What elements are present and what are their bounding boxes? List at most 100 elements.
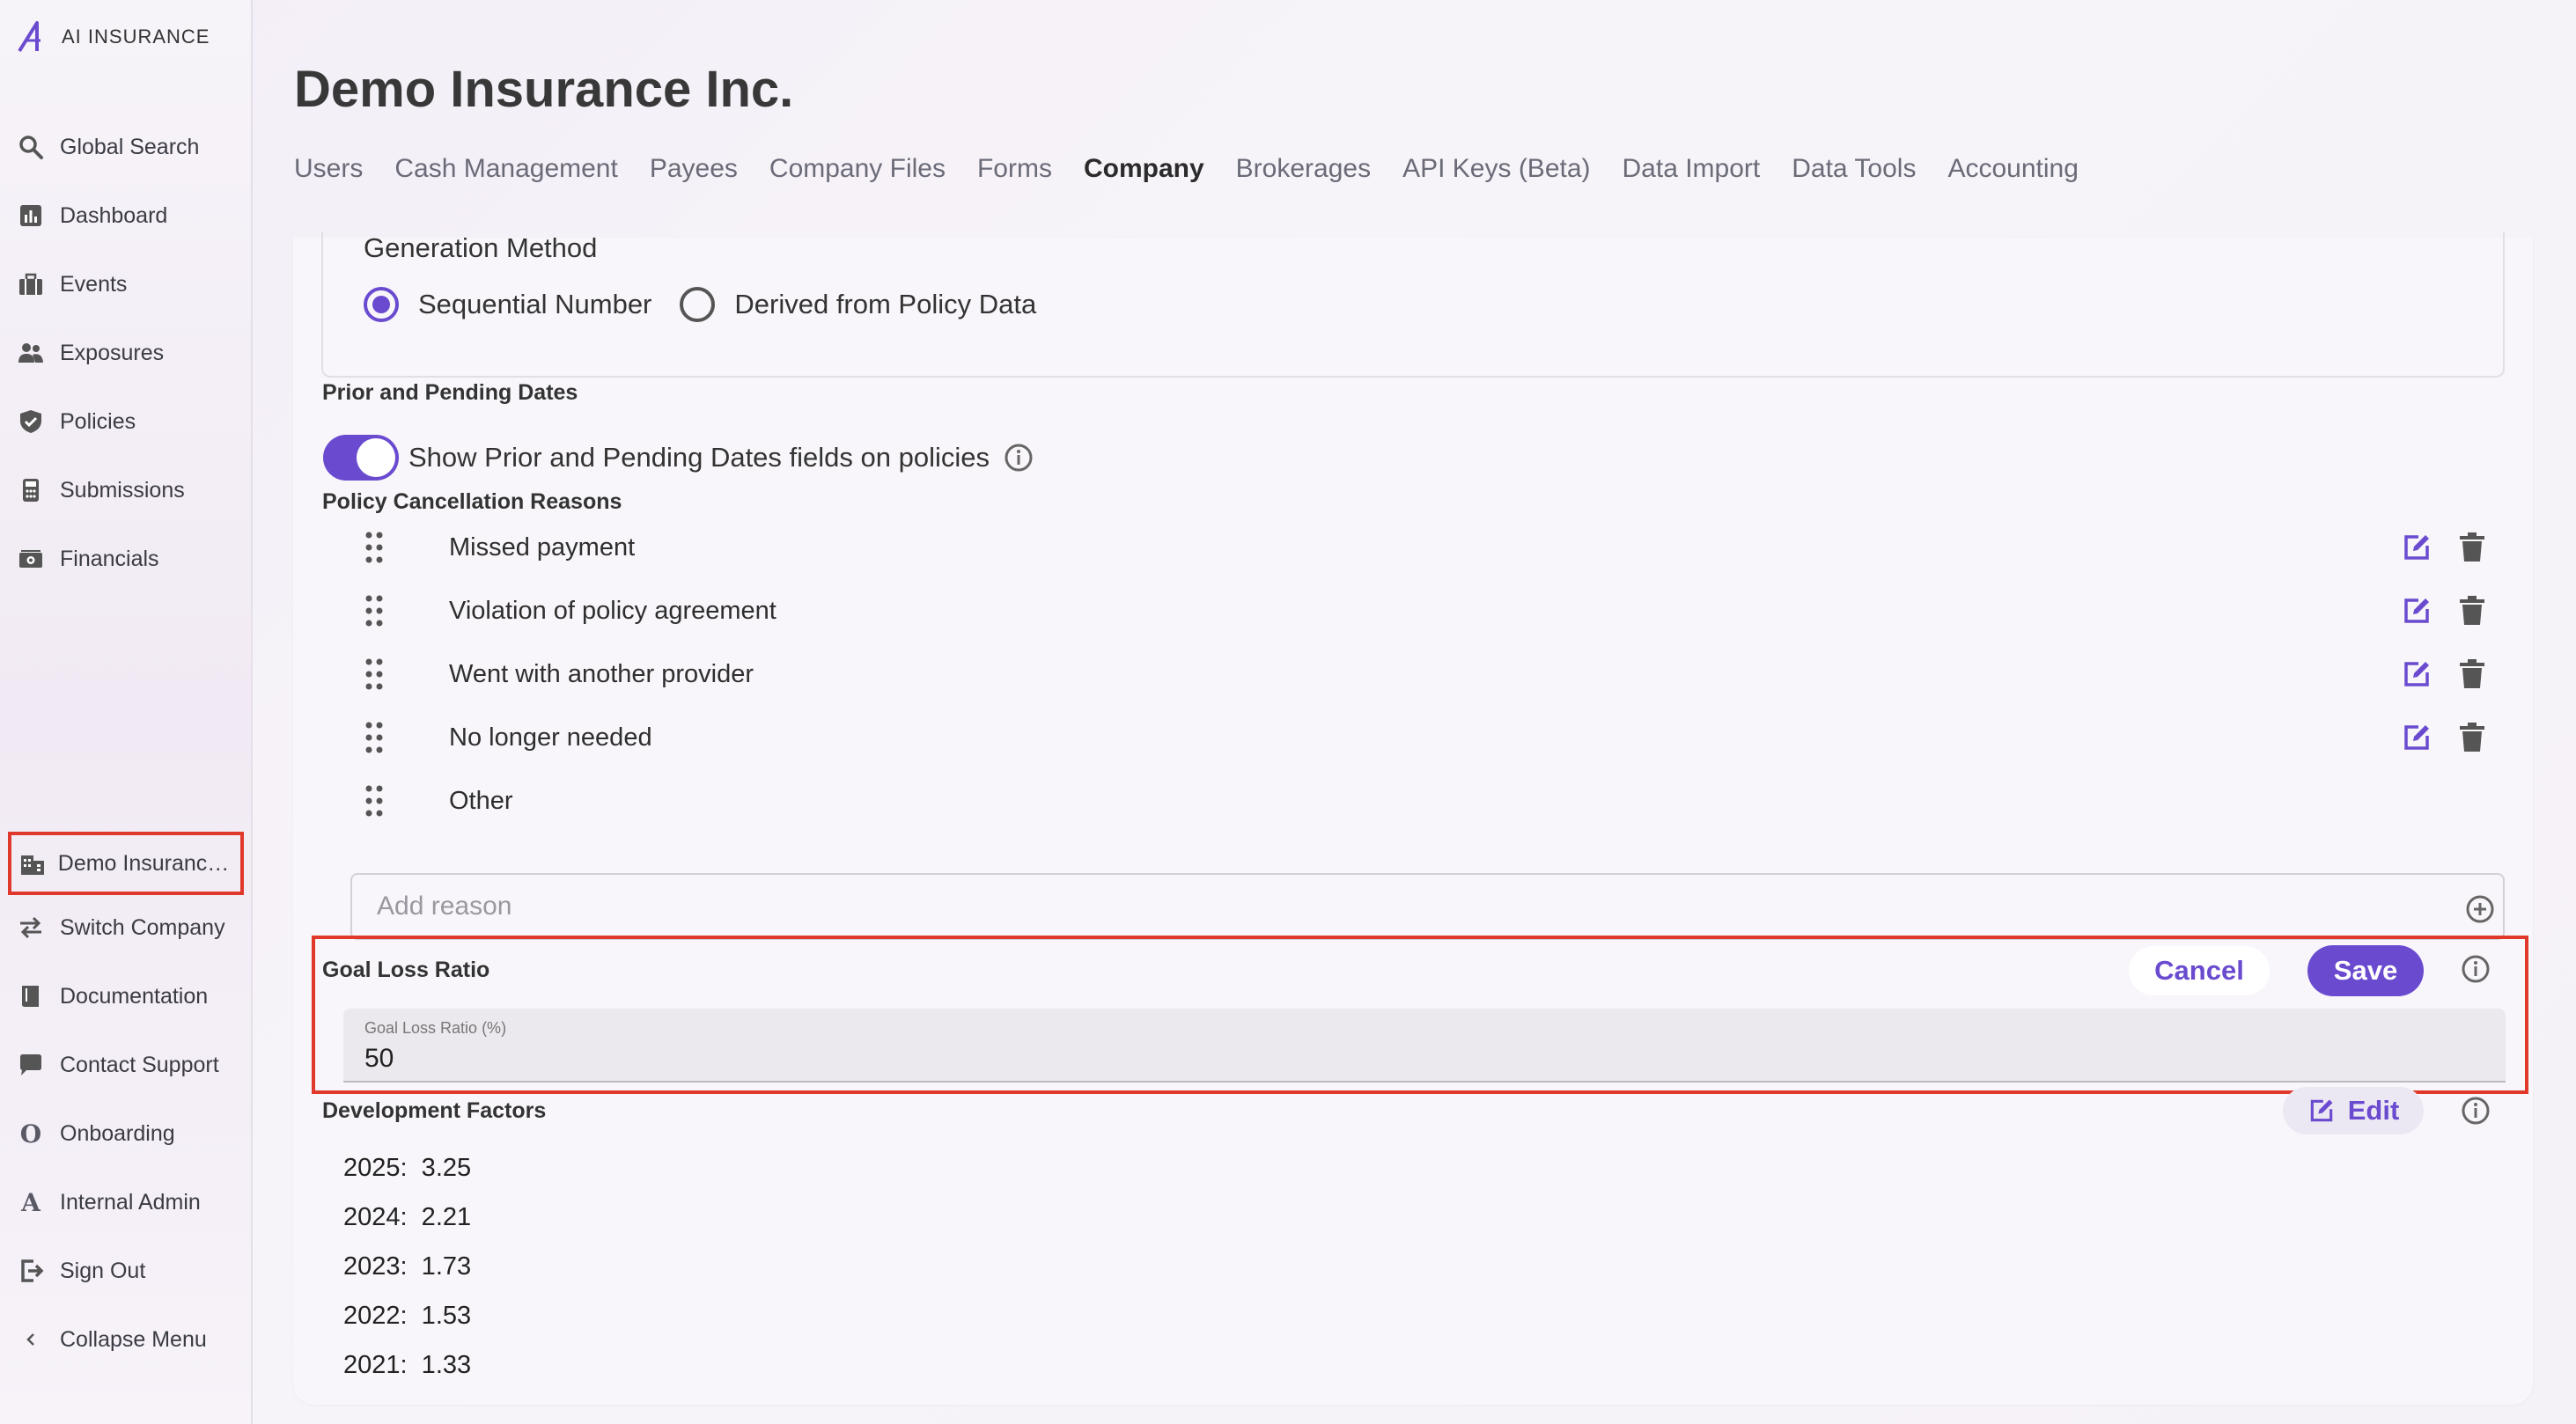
sidebar-item-contact-support[interactable]: Contact Support	[16, 1044, 247, 1086]
letter-a-icon: A	[21, 1187, 40, 1217]
radio-label: Derived from Policy Data	[734, 289, 1037, 319]
generation-method-box: Generation Method Sequential Number Deri…	[321, 232, 2505, 378]
list-item: Other	[293, 774, 2533, 827]
sidebar-item-policies[interactable]: Policies	[16, 400, 247, 443]
save-button[interactable]: Save	[2307, 945, 2424, 996]
sidebar-item-documentation[interactable]: Documentation	[16, 975, 247, 1017]
people-icon	[16, 338, 46, 368]
sidebar-item-label: Switch Company	[60, 914, 225, 940]
sidebar-item-label: Documentation	[60, 983, 209, 1009]
switch-icon	[16, 913, 46, 943]
sign-out-icon	[16, 1256, 46, 1286]
sidebar-item-internal-admin[interactable]: A Internal Admin	[16, 1181, 247, 1223]
goal-loss-ratio-field[interactable]: Goal Loss Ratio (%)	[343, 1009, 2506, 1083]
reason-text: Missed payment	[449, 533, 636, 562]
tab-data-import[interactable]: Data Import	[1623, 154, 1761, 184]
drag-handle-icon[interactable]	[358, 720, 390, 755]
book-icon	[16, 981, 46, 1011]
reason-text: Other	[449, 787, 513, 815]
add-reason-input[interactable]	[350, 873, 2505, 940]
dashboard-icon	[16, 201, 46, 231]
money-icon	[16, 544, 46, 574]
sidebar-item-current-company[interactable]: Demo Insurance Inc.	[8, 832, 244, 895]
sidebar-item-global-search[interactable]: Global Search	[16, 126, 247, 168]
tab-brokerages[interactable]: Brokerages	[1236, 154, 1371, 184]
development-factor-row: 2025: 3.25	[343, 1154, 472, 1182]
building-icon	[18, 848, 48, 878]
generation-method-options: Sequential Number Derived from Policy Da…	[364, 287, 1064, 322]
company-settings-card: Generation Method Sequential Number Deri…	[293, 232, 2533, 1405]
trash-icon[interactable]	[2457, 722, 2487, 753]
trash-icon[interactable]	[2457, 658, 2487, 690]
development-factor-row: 2022: 1.53	[343, 1302, 472, 1330]
sidebar-item-events[interactable]: Events	[16, 263, 247, 305]
sidebar-item-label: Dashboard	[60, 202, 168, 228]
tab-users[interactable]: Users	[294, 154, 363, 184]
list-item: No longer needed	[293, 711, 2533, 764]
sidebar-item-financials[interactable]: Financials	[16, 538, 247, 580]
search-icon	[16, 132, 46, 162]
tab-accounting[interactable]: Accounting	[1947, 154, 2078, 184]
sidebar-item-label: Contact Support	[60, 1052, 219, 1077]
radio-derived-from-policy-data[interactable]	[680, 287, 716, 322]
prior-pending-section-title: Prior and Pending Dates	[322, 380, 578, 405]
letter-o-icon: O	[19, 1119, 42, 1149]
info-icon[interactable]	[2461, 1096, 2491, 1126]
tab-company-files[interactable]: Company Files	[769, 154, 946, 184]
prior-pending-toggle[interactable]	[323, 435, 399, 481]
cancel-button[interactable]: Cancel	[2129, 946, 2270, 995]
add-circle-icon[interactable]	[2465, 894, 2495, 924]
sidebar-item-submissions[interactable]: Submissions	[16, 469, 247, 511]
sidebar-item-dashboard[interactable]: Dashboard	[16, 195, 247, 237]
edit-icon[interactable]	[2401, 532, 2432, 563]
drag-handle-icon[interactable]	[358, 657, 390, 692]
brand-name: AI INSURANCE	[62, 26, 210, 48]
ai-logo-icon	[18, 21, 40, 53]
tab-payees[interactable]: Payees	[650, 154, 738, 184]
calculator-icon	[16, 475, 46, 505]
trash-icon[interactable]	[2457, 595, 2487, 627]
tab-bar: Users Cash Management Payees Company Fil…	[294, 154, 2110, 184]
sidebar-item-label: Global Search	[60, 134, 200, 159]
info-icon[interactable]	[1004, 443, 1034, 473]
sidebar-item-switch-company[interactable]: Switch Company	[16, 907, 247, 949]
sidebar-item-onboarding[interactable]: O Onboarding	[16, 1112, 247, 1155]
tab-data-tools[interactable]: Data Tools	[1792, 154, 1916, 184]
list-item: Violation of policy agreement	[293, 584, 2533, 637]
edit-icon[interactable]	[2401, 658, 2432, 690]
goal-loss-ratio-input[interactable]	[364, 1044, 893, 1074]
tab-company[interactable]: Company	[1084, 154, 1204, 184]
drag-handle-icon[interactable]	[358, 593, 390, 628]
sidebar-item-sign-out[interactable]: Sign Out	[16, 1250, 247, 1292]
sidebar-item-label: Financials	[60, 546, 159, 571]
sidebar-item-label: Exposures	[60, 340, 165, 365]
tab-api-keys[interactable]: API Keys (Beta)	[1402, 154, 1590, 184]
tab-forms[interactable]: Forms	[977, 154, 1052, 184]
sidebar-item-exposures[interactable]: Exposures	[16, 332, 247, 374]
goal-loss-ratio-field-label: Goal Loss Ratio (%)	[364, 1019, 507, 1037]
sidebar-item-collapse-menu[interactable]: Collapse Menu	[16, 1318, 247, 1361]
reason-text: Violation of policy agreement	[449, 597, 776, 625]
info-icon[interactable]	[2461, 954, 2491, 984]
chevron-left-icon	[16, 1325, 46, 1354]
development-factors-title: Development Factors	[322, 1098, 547, 1123]
drag-handle-icon[interactable]	[358, 530, 390, 565]
list-item: Went with another provider	[293, 648, 2533, 701]
sidebar: AI INSURANCE Global Search Dashboard Eve…	[0, 0, 253, 1424]
radio-label: Sequential Number	[418, 289, 652, 319]
chat-icon	[16, 1050, 46, 1080]
logo[interactable]: AI INSURANCE	[14, 18, 210, 56]
edit-icon[interactable]	[2401, 722, 2432, 753]
edit-icon	[2310, 1099, 2333, 1122]
drag-handle-icon[interactable]	[358, 783, 390, 818]
sidebar-item-label: Policies	[60, 408, 136, 434]
briefcase-icon	[16, 269, 46, 299]
edit-icon[interactable]	[2401, 595, 2432, 627]
sidebar-item-label: Sign Out	[60, 1258, 146, 1283]
trash-icon[interactable]	[2457, 532, 2487, 563]
reason-text: No longer needed	[449, 723, 652, 752]
development-factor-row: 2023: 1.73	[343, 1252, 472, 1281]
tab-cash-management[interactable]: Cash Management	[394, 154, 617, 184]
radio-sequential-number[interactable]	[364, 287, 399, 322]
edit-development-factors-button[interactable]: Edit	[2283, 1087, 2424, 1134]
